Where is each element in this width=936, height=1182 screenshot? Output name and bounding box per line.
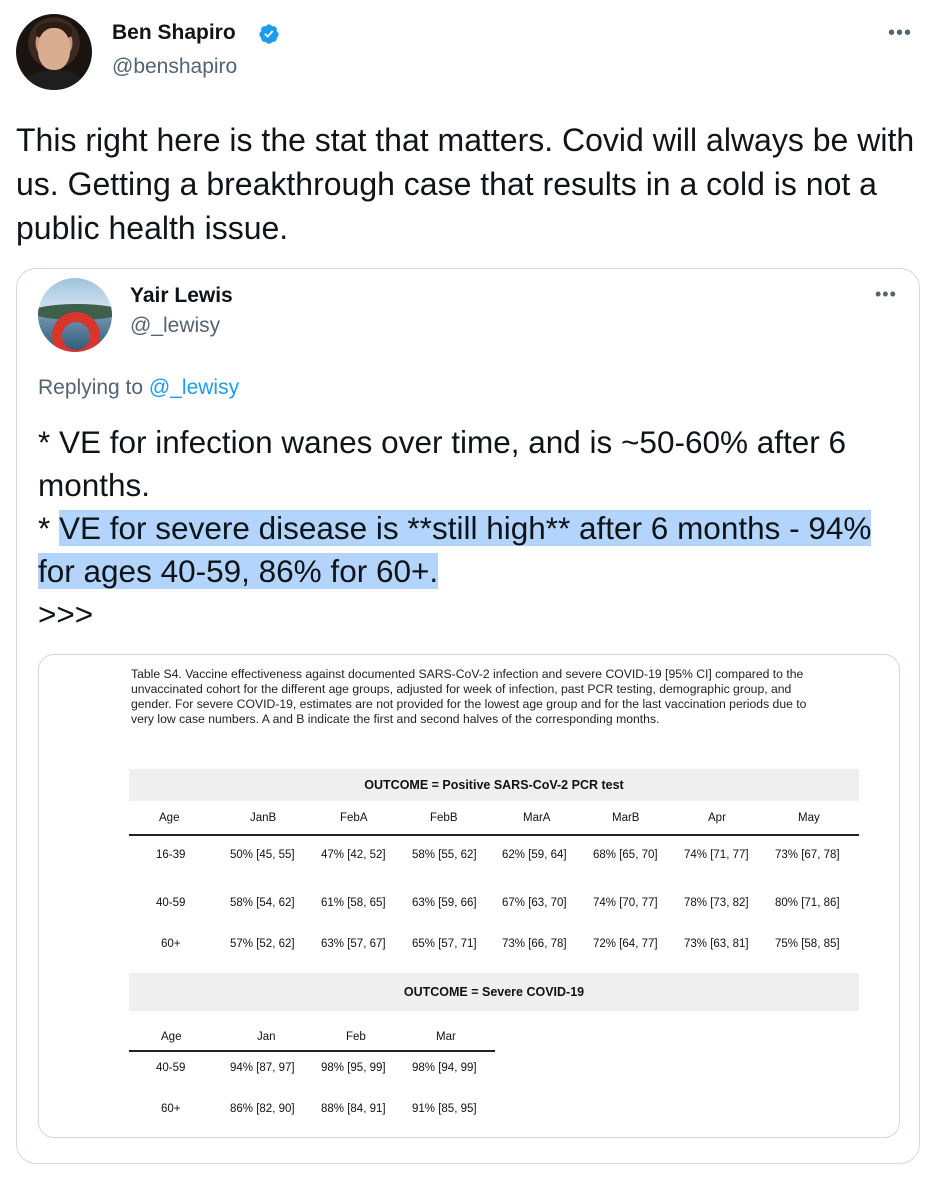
infection-header-feba: FebA — [340, 812, 368, 824]
infection-header-febb: FebB — [430, 812, 458, 824]
highlighted-text: VE for severe disease is **still high** … — [38, 510, 872, 589]
infection-cell: 63% [59, 66] — [412, 897, 477, 909]
table-caption: Table S4. Vaccine effectiveness against … — [131, 667, 807, 726]
quoted-text-continuation: >>> — [38, 596, 94, 632]
infection-outcome-title: OUTCOME = Positive SARS-CoV-2 PCR test — [129, 769, 859, 801]
infection-cell: 65% [57, 71] — [412, 938, 477, 950]
severe-cell: 94% [87, 97] — [230, 1062, 295, 1074]
infection-cell: 80% [71, 86] — [775, 897, 840, 909]
infection-cell: 63% [57, 67] — [321, 938, 386, 950]
severe-header-rule — [129, 1050, 495, 1052]
quoted-tweet-text: * VE for infection wanes over time, and … — [38, 421, 908, 636]
infection-cell: 67% [63, 70] — [502, 897, 567, 909]
quoted-more-options-icon[interactable]: ••• — [875, 284, 897, 305]
severe-cell: 60+ — [161, 1103, 181, 1115]
severe-header-age: Age — [161, 1031, 182, 1043]
severe-cell: 98% [94, 99] — [412, 1062, 477, 1074]
severe-cell: 91% [85, 95] — [412, 1103, 477, 1115]
infection-cell: 68% [65, 70] — [593, 849, 658, 861]
infection-cell: 73% [63, 81] — [684, 938, 749, 950]
infection-header-rule — [129, 834, 859, 836]
infection-cell: 62% [59, 64] — [502, 849, 567, 861]
severe-outcome-title: OUTCOME = Severe COVID-19 — [129, 973, 859, 1011]
avatar-lifebuoy — [52, 312, 100, 352]
severe-cell: 40-59 — [156, 1062, 186, 1074]
more-options-icon[interactable]: ••• — [888, 22, 912, 45]
infection-header-age: Age — [159, 812, 180, 824]
infection-cell: 58% [54, 62] — [230, 897, 295, 909]
replying-to: Replying to @_lewisy — [38, 376, 239, 400]
severe-cell: 88% [84, 91] — [321, 1103, 386, 1115]
infection-cell: 72% [64, 77] — [593, 938, 658, 950]
severe-header-mar: Mar — [436, 1031, 456, 1043]
severe-cell: 86% [82, 90] — [230, 1103, 295, 1115]
severe-cell: 98% [95, 99] — [321, 1062, 386, 1074]
infection-cell: 40-59 — [156, 897, 186, 909]
infection-cell: 61% [58, 65] — [321, 897, 386, 909]
severe-header-feb: Feb — [346, 1031, 366, 1043]
quoted-text-bullet: * — [38, 510, 60, 546]
infection-cell: 75% [58, 85] — [775, 938, 840, 950]
infection-cell: 58% [55, 62] — [412, 849, 477, 861]
infection-cell: 73% [66, 78] — [502, 938, 567, 950]
infection-header-janb: JanB — [250, 812, 277, 824]
replying-mention-link[interactable]: @_lewisy — [149, 376, 239, 399]
quoted-author-name[interactable]: Yair Lewis — [130, 284, 233, 308]
infection-cell: 78% [73, 82] — [684, 897, 749, 909]
tweet-text: This right here is the stat that matters… — [16, 122, 915, 246]
infection-header-may: May — [798, 812, 820, 824]
infection-cell: 57% [52, 62] — [230, 938, 295, 950]
infection-header-mara: MarA — [523, 812, 551, 824]
author-avatar[interactable] — [16, 14, 92, 90]
author-handle[interactable]: @benshapiro — [112, 55, 237, 79]
avatar-face — [38, 28, 70, 70]
quoted-tweet[interactable]: Yair Lewis @_lewisy ••• Replying to @_le… — [16, 268, 920, 1164]
infection-cell: 47% [42, 52] — [321, 849, 386, 861]
replying-prefix: Replying to — [38, 376, 149, 399]
quoted-author-handle[interactable]: @_lewisy — [130, 314, 220, 338]
infection-cell: 50% [45, 55] — [230, 849, 295, 861]
infection-cell: 74% [70, 77] — [593, 897, 658, 909]
table-image[interactable]: Table S4. Vaccine effectiveness against … — [38, 654, 900, 1138]
avatar-shirt — [24, 70, 84, 90]
infection-cell: 73% [67, 78] — [775, 849, 840, 861]
verified-badge-icon — [259, 24, 279, 44]
severe-header-jan: Jan — [257, 1031, 276, 1043]
quoted-author-avatar[interactable] — [38, 278, 112, 352]
infection-cell: 74% [71, 77] — [684, 849, 749, 861]
infection-cell: 60+ — [161, 938, 181, 950]
infection-header-marb: MarB — [612, 812, 640, 824]
quoted-text-line1: * VE for infection wanes over time, and … — [38, 424, 847, 503]
infection-header-apr: Apr — [708, 812, 726, 824]
author-name[interactable]: Ben Shapiro — [112, 21, 236, 45]
infection-cell: 16-39 — [156, 849, 186, 861]
